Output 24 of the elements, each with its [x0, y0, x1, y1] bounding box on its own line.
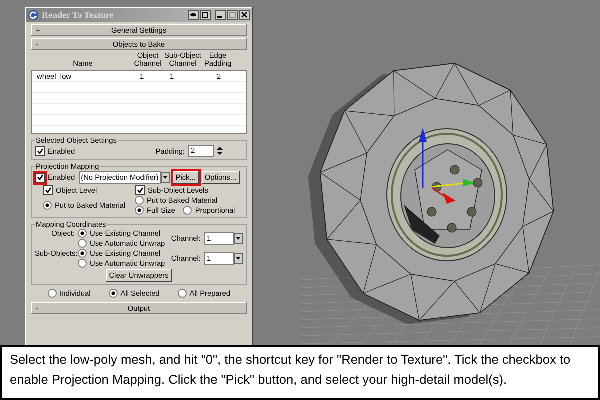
- app-logo-icon: [28, 10, 39, 20]
- radio-button[interactable]: [48, 289, 57, 298]
- radio-button[interactable]: [183, 206, 192, 215]
- radio-button[interactable]: [178, 289, 187, 298]
- radio-button[interactable]: [78, 229, 87, 238]
- checkbox[interactable]: [35, 146, 45, 156]
- minimize-icon[interactable]: [215, 10, 226, 20]
- close-icon[interactable]: [239, 10, 250, 20]
- radio-button[interactable]: [135, 206, 144, 215]
- radio-button[interactable]: [78, 259, 87, 268]
- checkbox[interactable]: [35, 172, 45, 182]
- radio-button[interactable]: [135, 196, 144, 205]
- radio-button[interactable]: [43, 201, 52, 210]
- maximize-icon[interactable]: [227, 10, 238, 20]
- caption-text: Select the low-poly mesh, and hit "0", the shortcut key for "Render to Texture". Tick the checkbox to enable Projection Mapping. Click the "Pick" button, and select your high-detail model(s).: [10, 351, 572, 389]
- radio-button[interactable]: [78, 249, 87, 258]
- radio-button[interactable]: [108, 289, 118, 298]
- window-title: Render To Texture: [42, 10, 115, 20]
- checkbox[interactable]: [135, 185, 145, 195]
- checkbox[interactable]: [43, 185, 53, 195]
- window-icon[interactable]: [200, 10, 211, 20]
- radio-button[interactable]: [78, 239, 87, 248]
- eye-icon[interactable]: [188, 10, 199, 20]
- spinner-arrows-icon[interactable]: [217, 146, 223, 156]
